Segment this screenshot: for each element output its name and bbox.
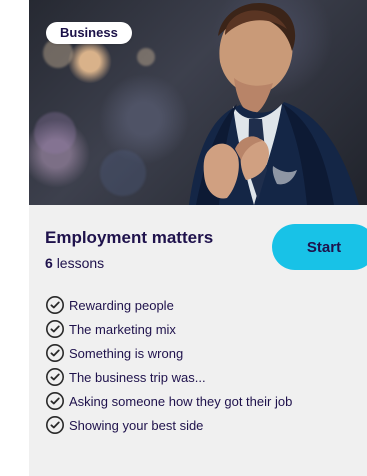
category-badge: Business xyxy=(46,22,132,44)
checkmark-circle-icon xyxy=(45,295,65,315)
lesson-item[interactable]: Showing your best side xyxy=(45,413,363,437)
checkmark-circle-icon xyxy=(45,319,65,339)
checkmark-circle-icon xyxy=(45,343,65,363)
lesson-count-value: 6 xyxy=(45,255,53,271)
lesson-list: Rewarding people The marketing mix Somet… xyxy=(45,293,363,437)
lesson-title: The marketing mix xyxy=(69,321,176,337)
lesson-title: Asking someone how they got their job xyxy=(69,393,293,409)
lesson-item[interactable]: The business trip was... xyxy=(45,365,363,389)
course-title: Employment matters xyxy=(45,228,214,247)
lesson-title: Showing your best side xyxy=(69,417,204,433)
checkmark-circle-icon xyxy=(45,415,65,435)
lesson-title: Something is wrong xyxy=(69,345,184,361)
lesson-item[interactable]: Rewarding people xyxy=(45,293,363,317)
lesson-item[interactable]: The marketing mix xyxy=(45,317,363,341)
lesson-count-label: lessons xyxy=(56,255,105,271)
lesson-item[interactable]: Something is wrong xyxy=(45,341,363,365)
start-button[interactable]: Start xyxy=(272,224,367,270)
lesson-item[interactable]: Asking someone how they got their job xyxy=(45,389,363,413)
lesson-title: The business trip was... xyxy=(69,369,206,385)
lesson-count: 6 lessons xyxy=(45,255,104,271)
lesson-title: Rewarding people xyxy=(69,297,174,313)
checkmark-circle-icon xyxy=(45,367,65,387)
lesson-card: Business Employment matters 6 lessons St… xyxy=(29,0,367,476)
checkmark-circle-icon xyxy=(45,391,65,411)
course-image: Business xyxy=(29,0,367,205)
